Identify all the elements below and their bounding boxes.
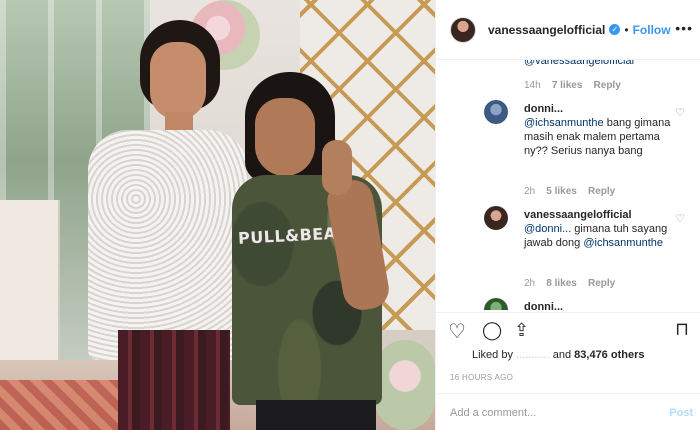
list-item: donni... @ichsanmunthe bang gimana masih…	[524, 102, 674, 158]
list-item: donni...	[524, 300, 563, 310]
follow-button[interactable]: Follow	[633, 23, 671, 37]
likes-prefix: Liked by	[472, 349, 513, 361]
header-separator: •	[624, 22, 629, 37]
woman-right-pants	[256, 400, 376, 430]
woman-right-hand	[322, 140, 352, 195]
comment-likes[interactable]: 8 likes	[546, 278, 577, 289]
comment-text[interactable]: @vanessaangelofficial	[524, 60, 634, 68]
post-actions-bar: ♡ ◯ ⇪ ⊓	[436, 312, 700, 348]
header-username[interactable]: vanessaangelofficial	[488, 23, 605, 37]
comment-mention[interactable]: @ichsanmunthe	[524, 117, 604, 129]
add-comment-input[interactable]: Add a comment...	[450, 407, 536, 419]
avatar[interactable]	[484, 100, 508, 124]
comment-meta: 2h 5 likes Reply	[524, 186, 615, 197]
avatar[interactable]	[484, 298, 508, 310]
like-comment-heart-icon[interactable]: ♡	[675, 212, 685, 225]
comment-likes[interactable]: 5 likes	[546, 186, 577, 197]
likes-suffix: and	[552, 349, 572, 361]
add-comment-bar: Add a comment... Post	[436, 393, 700, 430]
reply-button[interactable]: Reply	[594, 80, 621, 91]
verified-badge-icon: ✓	[609, 24, 621, 35]
reply-button[interactable]: Reply	[588, 278, 615, 289]
likes-summary[interactable]: Liked by ........... and 83,476 others	[472, 349, 644, 361]
comment-meta: 2h 8 likes Reply	[524, 278, 615, 289]
comment-username[interactable]: donni...	[524, 301, 563, 310]
comment-time: 2h	[524, 186, 536, 197]
comment-time: 14h	[524, 80, 541, 91]
like-comment-heart-icon[interactable]: ♡	[675, 106, 685, 119]
list-item: vanessaangelofficial @donni... gimana tu…	[524, 208, 674, 250]
bookmark-icon[interactable]: ⊓	[675, 319, 689, 340]
comment-icon[interactable]: ◯	[482, 320, 502, 341]
comment-mention[interactable]: @donni...	[524, 223, 571, 235]
avatar[interactable]	[484, 206, 508, 230]
flower-arrangement-bottom	[375, 340, 435, 430]
comment-time: 2h	[524, 278, 536, 289]
share-icon[interactable]: ⇪	[514, 320, 529, 341]
comment-mention[interactable]: @ichsanmunthe	[583, 237, 663, 249]
avatar[interactable]	[450, 16, 476, 43]
post-side-panel: vanessaangelofficial ✓ • Follow ••• @van…	[435, 0, 700, 430]
comment-meta: 14h 7 likes Reply	[524, 80, 621, 91]
reply-button[interactable]: Reply	[588, 186, 615, 197]
woman-left-face	[150, 42, 206, 120]
comments-list[interactable]: @vanessaangelofficial 14h 7 likes Reply …	[436, 60, 700, 310]
post-header: vanessaangelofficial ✓ • Follow •••	[436, 0, 700, 60]
likes-count[interactable]: 83,476 others	[574, 349, 644, 361]
comment-username[interactable]: donni...	[524, 103, 563, 115]
likes-blurred-name[interactable]: ...........	[516, 349, 550, 361]
woman-right-face	[255, 98, 315, 176]
woman-left-skirt	[118, 330, 230, 430]
post-button[interactable]: Post	[669, 407, 693, 419]
heart-icon[interactable]: ♡	[448, 319, 466, 344]
post-photo[interactable]: PULL&BEAR	[0, 0, 435, 430]
comment-username[interactable]: vanessaangelofficial	[524, 209, 632, 221]
post-timestamp[interactable]: 16 HOURS AGO	[450, 373, 513, 382]
more-options-icon[interactable]: •••	[675, 20, 693, 36]
woman-left-lace-top	[88, 130, 248, 360]
comment-likes[interactable]: 7 likes	[552, 80, 583, 91]
